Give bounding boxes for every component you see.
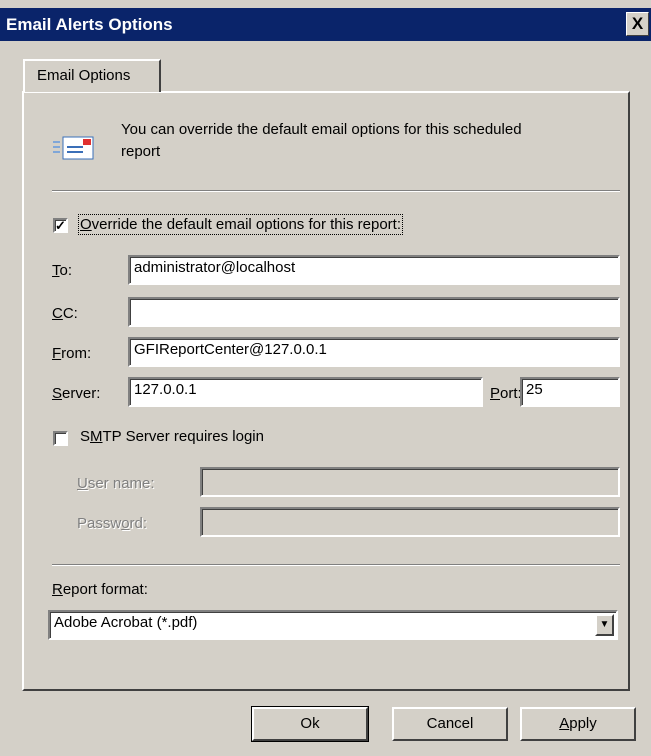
tab-label: Email Options [37,67,131,84]
separator-bottom [52,564,620,566]
apply-button[interactable]: Apply [520,707,636,741]
tab-email-options[interactable]: Email Options [23,59,161,92]
ok-button[interactable]: Ok [251,706,369,742]
override-checkbox[interactable]: ✓ [53,218,68,233]
intro-text-line2: report [121,143,161,160]
smtp-login-checkbox[interactable] [53,431,68,446]
close-icon: X [631,14,644,33]
cancel-button[interactable]: Cancel [392,707,508,741]
window-title: Email Alerts Options [6,15,173,34]
report-format-select[interactable]: Adobe Acrobat (*.pdf) ▼ [48,610,618,640]
smtp-login-label[interactable]: SMTP Server requires login [80,428,264,445]
report-format-label: Report format: [52,581,148,598]
server-label: Server: [52,385,101,402]
port-label: Port: [490,385,522,402]
port-field[interactable]: 25 [520,377,620,407]
override-label[interactable]: Override the default email options for t… [78,214,403,235]
title-bar: Email Alerts Options X [0,8,651,41]
password-label: Password: [77,515,148,532]
password-field[interactable] [200,507,620,537]
checkmark-icon: ✓ [55,218,66,233]
email-message-icon [53,136,94,160]
from-field[interactable]: GFIReportCenter@127.0.0.1 [128,337,620,367]
chevron-down-icon: ▼ [599,619,610,630]
username-field[interactable] [200,467,620,497]
from-label: From: [52,345,92,362]
cc-label: CC: [52,305,78,322]
dropdown-arrow-button[interactable]: ▼ [595,614,614,636]
server-field[interactable]: 127.0.0.1 [128,377,483,407]
to-field[interactable]: administrator@localhost [128,255,620,285]
cc-field[interactable] [128,297,620,327]
close-button[interactable]: X [626,12,649,36]
to-label: To: [52,262,73,279]
separator-top [52,190,620,192]
intro-text-line1: You can override the default email optio… [121,121,522,138]
report-format-value: Adobe Acrobat (*.pdf) [54,614,198,631]
username-label: User name: [77,475,155,492]
